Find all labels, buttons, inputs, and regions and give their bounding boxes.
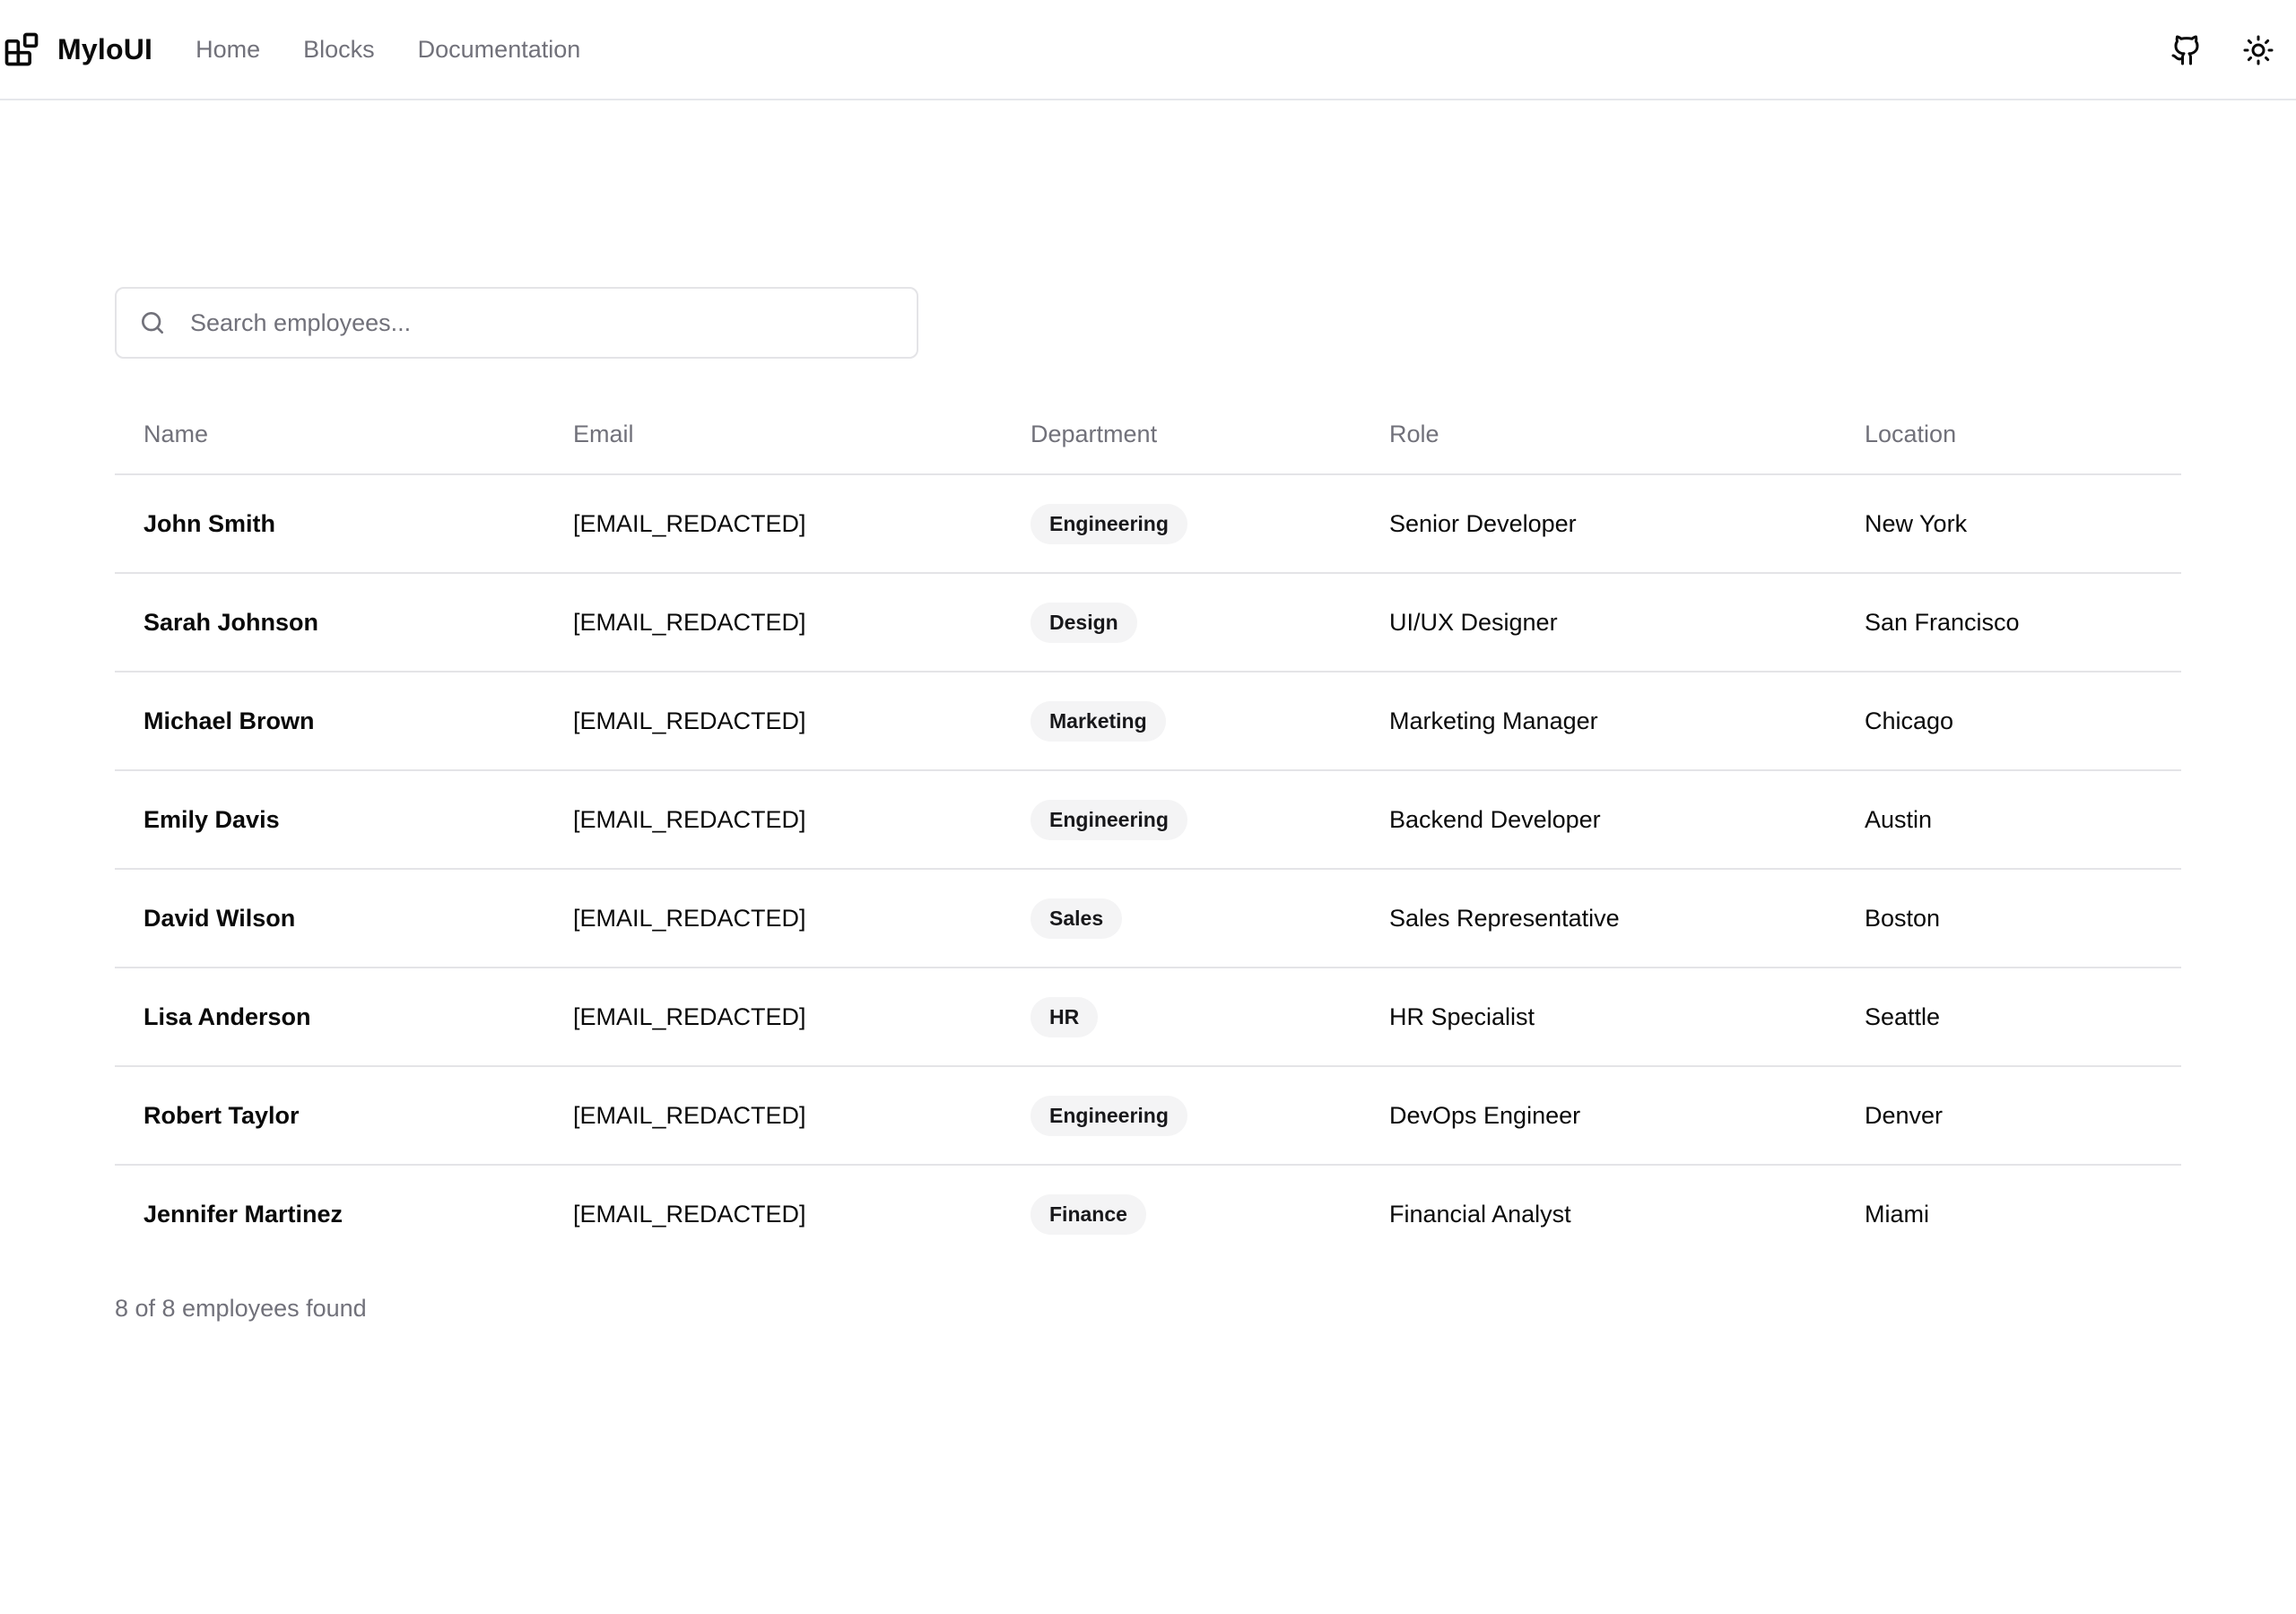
search-input[interactable]	[188, 308, 874, 338]
nav-link-home[interactable]: Home	[196, 36, 260, 64]
cell-role: Financial Analyst	[1389, 1200, 1571, 1228]
nav-link-blocks[interactable]: Blocks	[303, 36, 375, 64]
cell-department: Sales	[1031, 869, 1389, 968]
cell-role: UI/UX Designer	[1389, 573, 1865, 672]
cell-email: [EMAIL_REDACTED]	[573, 869, 1031, 968]
cell-email: [EMAIL_REDACTED]	[573, 474, 1031, 574]
cell-email: [EMAIL_REDACTED]	[573, 573, 1031, 672]
department-badge: Finance	[1031, 1193, 1146, 1235]
cell-location: Denver	[1865, 1066, 2181, 1166]
cell-role: Backend Developer	[1389, 770, 1865, 870]
cell-department: Marketing	[1031, 672, 1389, 771]
cell-name: Sarah Johnson	[115, 573, 573, 672]
blocks-logo-icon	[4, 32, 39, 66]
cell-location: Miami	[1865, 1200, 1929, 1228]
table-row[interactable]: Robert Taylor [EMAIL_REDACTED] Engineeri…	[115, 1066, 2181, 1166]
department-badge: Design	[1031, 602, 1137, 643]
cell-role: HR Specialist	[1389, 968, 1865, 1067]
sun-icon	[2243, 35, 2274, 65]
cell-email: [EMAIL_REDACTED]	[573, 672, 1031, 771]
cell-location: Seattle	[1865, 968, 2181, 1067]
cell-location: Chicago	[1865, 672, 2181, 771]
employee-table: Name Email Department Role Location John…	[115, 395, 2181, 1263]
cell-department: Engineering	[1031, 1066, 1389, 1166]
nav-link-documentation[interactable]: Documentation	[418, 36, 581, 64]
cell-location: New York	[1865, 474, 2181, 574]
cell-location: Boston	[1865, 869, 2181, 968]
header-actions	[2135, 30, 2278, 70]
results-count: 8 of 8 employees found	[115, 1295, 367, 1322]
cell-role: Senior Developer	[1389, 474, 1865, 574]
cell-email: [EMAIL_REDACTED]	[573, 1200, 806, 1228]
department-badge: Sales	[1031, 898, 1123, 939]
cell-name: Lisa Anderson	[115, 968, 573, 1067]
brand-logo[interactable]: MyloUI	[0, 30, 152, 69]
cell-email: [EMAIL_REDACTED]	[573, 770, 1031, 870]
column-header-role[interactable]: Role	[1389, 395, 1865, 475]
search-box	[115, 287, 918, 359]
table-row[interactable]: David Wilson [EMAIL_REDACTED] Sales Sale…	[115, 869, 2181, 968]
table-row[interactable]: Jennifer Martinez [EMAIL_REDACTED] Finan…	[115, 1165, 2181, 1263]
cell-department: Engineering	[1031, 770, 1389, 870]
cell-email: [EMAIL_REDACTED]	[573, 1066, 1031, 1166]
department-badge: Engineering	[1031, 1095, 1187, 1136]
cell-name: Emily Davis	[115, 770, 573, 870]
top-nav-bar: MyloUI Home Blocks Documentation	[0, 0, 2296, 100]
department-badge: Engineering	[1031, 503, 1187, 544]
table-row[interactable]: Sarah Johnson [EMAIL_REDACTED] Design UI…	[115, 573, 2181, 672]
table-row[interactable]: Lisa Anderson [EMAIL_REDACTED] HR HR Spe…	[115, 968, 2181, 1067]
column-header-name[interactable]: Name	[115, 395, 573, 475]
cell-name: Michael Brown	[115, 672, 573, 771]
table-row[interactable]: John Smith [EMAIL_REDACTED] Engineering …	[115, 474, 2181, 574]
cell-role: Marketing Manager	[1389, 672, 1865, 771]
cell-location: Austin	[1865, 770, 2181, 870]
cell-role: Sales Representative	[1389, 869, 1865, 968]
theme-toggle-button[interactable]	[2239, 30, 2278, 70]
table-header-row: Name Email Department Role Location	[115, 395, 2181, 475]
github-button[interactable]	[2167, 30, 2206, 70]
department-badge: HR	[1031, 996, 1099, 1037]
main-nav: Home Blocks Documentation	[196, 36, 623, 64]
table-row[interactable]: Michael Brown [EMAIL_REDACTED] Marketing…	[115, 672, 2181, 771]
cell-department: Finance	[1031, 1165, 1389, 1263]
cell-department: Engineering	[1031, 474, 1389, 574]
cell-name: David Wilson	[115, 869, 573, 968]
column-header-email[interactable]: Email	[573, 395, 1031, 475]
department-badge: Engineering	[1031, 799, 1187, 840]
cell-department: HR	[1031, 968, 1389, 1067]
cell-department: Design	[1031, 573, 1389, 672]
cell-name: Jennifer Martinez	[144, 1200, 344, 1228]
department-badge: Marketing	[1031, 700, 1166, 742]
cell-location: San Francisco	[1865, 573, 2181, 672]
table-row[interactable]: Emily Davis [EMAIL_REDACTED] Engineering…	[115, 770, 2181, 870]
cell-name: Robert Taylor	[115, 1066, 573, 1166]
column-header-department[interactable]: Department	[1031, 395, 1389, 475]
cell-role: DevOps Engineer	[1389, 1066, 1865, 1166]
cell-email: [EMAIL_REDACTED]	[573, 968, 1031, 1067]
github-icon	[2171, 35, 2199, 65]
search-icon	[142, 312, 163, 334]
column-header-location[interactable]: Location	[1865, 395, 2181, 475]
brand-name: MyloUI	[57, 32, 153, 65]
cell-name: John Smith	[115, 474, 573, 574]
